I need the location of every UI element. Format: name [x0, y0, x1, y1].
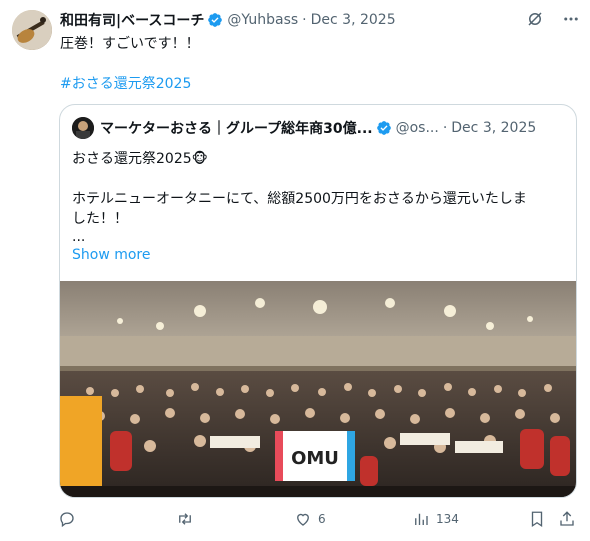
quoted-text-line-1: おさる還元祭2025🐵: [72, 151, 208, 167]
more-icon[interactable]: [562, 10, 580, 28]
quoted-author-display-name[interactable]: マーケターおさる｜グループ総年商30億...: [100, 118, 373, 138]
post-actions-bar: 6 134: [58, 510, 578, 534]
show-more-link[interactable]: Show more: [72, 247, 151, 263]
view-count: 134: [436, 512, 459, 526]
quoted-text-line-3: した！！: [72, 211, 128, 227]
separator-dot: ·: [442, 120, 448, 136]
views-icon: [415, 513, 428, 525]
like-button[interactable]: 6: [294, 510, 326, 528]
hashtag-link[interactable]: #おさる還元祭2025: [60, 73, 191, 93]
author-handle[interactable]: @Yuhbass: [227, 12, 298, 28]
omu-banner-text: OMU: [291, 448, 339, 469]
quoted-author-avatar[interactable]: [72, 117, 94, 139]
quoted-text-ellipsis: ...: [72, 229, 86, 245]
bookmark-icon: [531, 511, 543, 528]
quoted-post-date[interactable]: Dec 3, 2025: [451, 120, 536, 136]
grok-icon[interactable]: [526, 10, 544, 28]
post-date[interactable]: Dec 3, 2025: [311, 12, 396, 28]
post-text: 圧巻！すごいです！！: [60, 36, 200, 52]
reply-icon: [60, 512, 74, 528]
verified-badge-icon: [207, 12, 223, 28]
reply-button[interactable]: [58, 510, 76, 528]
heart-icon: [297, 513, 309, 526]
verified-badge-icon: [376, 120, 392, 136]
repost-button[interactable]: [176, 510, 194, 528]
author-display-name[interactable]: 和田有司|ベースコーチ: [60, 10, 204, 30]
quoted-author-handle[interactable]: @os...: [396, 120, 439, 136]
bookmark-button[interactable]: [528, 510, 546, 528]
bass-guitar-avatar-image: [12, 10, 52, 50]
header-actions: [526, 10, 580, 28]
views-button[interactable]: 134: [412, 510, 459, 528]
separator-dot: ·: [302, 12, 307, 28]
share-button[interactable]: [558, 510, 576, 528]
quoted-post-header: マーケターおさる｜グループ総年商30億... @os... · Dec 3, 2…: [72, 117, 564, 139]
author-avatar[interactable]: [12, 10, 52, 50]
post-header: 和田有司|ベースコーチ @Yuhbass · Dec 3, 2025: [60, 10, 578, 30]
quoted-text-line-2: ホテルニューオータニーにて、総額2500万円をおさるから還元いたしま: [72, 191, 527, 207]
event-group-photo[interactable]: OMU: [60, 281, 576, 497]
repost-icon: [179, 513, 191, 525]
like-count: 6: [318, 512, 326, 526]
share-icon: [560, 511, 574, 526]
quoted-post[interactable]: マーケターおさる｜グループ総年商30億... @os... · Dec 3, 2…: [59, 104, 577, 498]
